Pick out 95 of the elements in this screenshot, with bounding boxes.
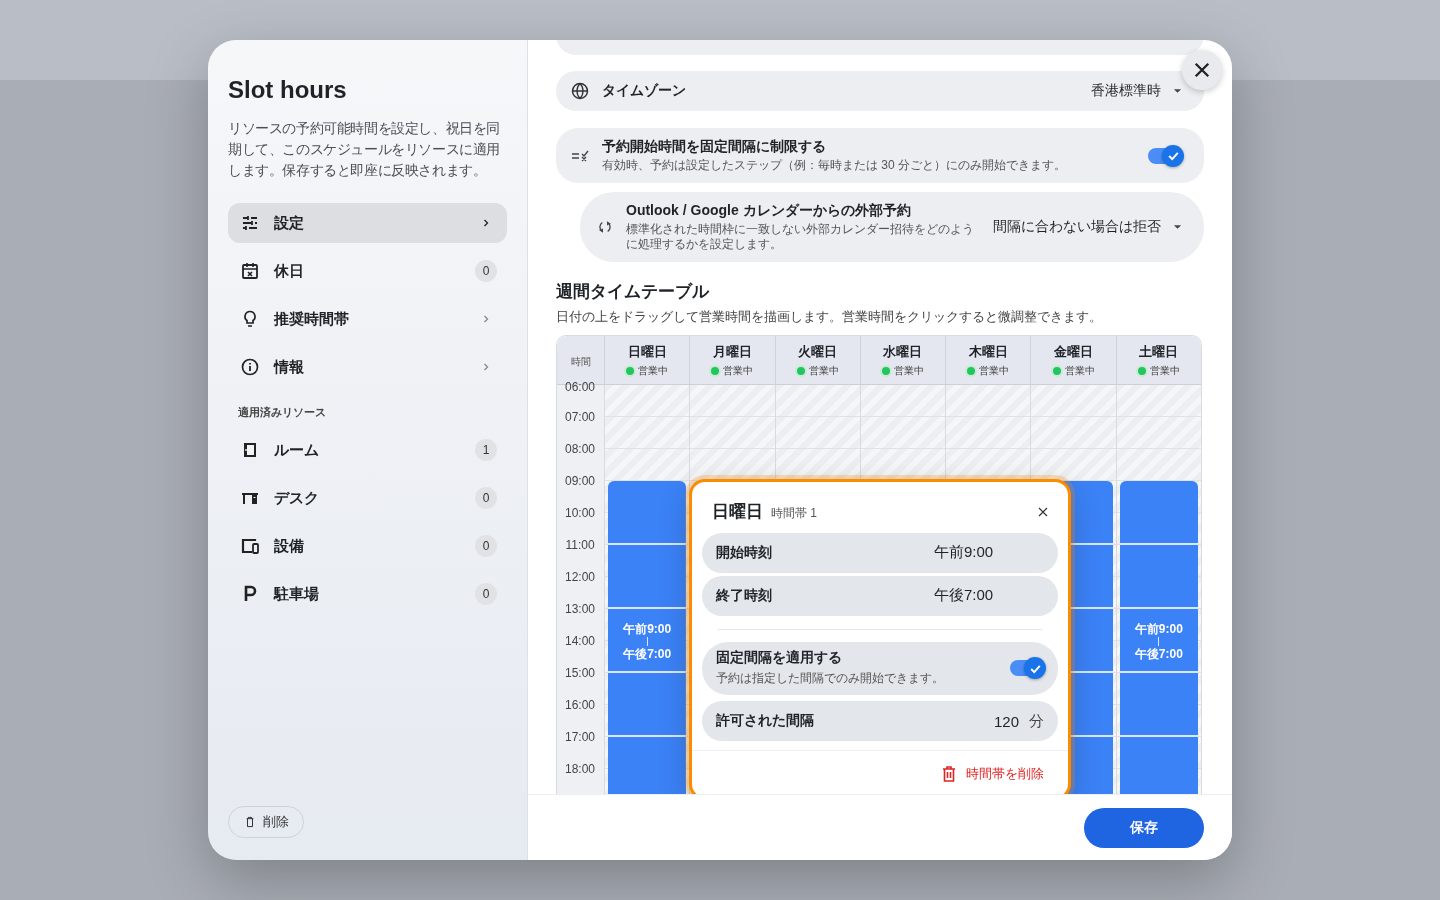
resource-item[interactable]: ルーム 1 [228,430,507,470]
external-booking-row[interactable]: Outlook / Google カレンダーからの外部予約 標準化された時間枠に一致しない外部カレンダー招待をどのように処理するかを設定します。 間隔に合わない場合は拒否 [580,192,1204,262]
slot-label: 時間帯 1 [771,505,817,522]
field-value: 120 [993,712,1019,730]
resource-item[interactable]: 駐車場 0 [228,574,507,614]
interval-field[interactable]: 許可された間隔 120 分 [702,701,1058,741]
nav-item[interactable]: 推奨時間帯 [228,299,507,339]
close-icon[interactable] [1038,506,1048,517]
close-icon [1194,62,1210,78]
time-label: 16:00 [564,697,596,713]
devices-icon [240,536,260,556]
time-label: 07:00 [564,409,596,425]
open-hours-block[interactable]: 午前9:00 午後7:00 [1119,481,1198,794]
time-label: 09:00 [564,473,596,489]
day-header: 水曜日 [883,342,923,361]
range-divider [1158,636,1160,646]
chevron-right-icon [481,218,491,228]
status-label: 営業中 [979,363,1010,378]
block-end-time: 午後7:00 [623,646,672,661]
day-header: 日曜日 [627,342,667,361]
count-badge: 0 [475,535,497,557]
nav-item[interactable]: 情報 [228,347,507,387]
time-field[interactable]: 終了時刻 午後7:00 [702,575,1058,616]
time-label: 12:00 [564,569,596,585]
day-header: 火曜日 [798,342,838,361]
time-label: 10:00 [564,505,596,521]
setting-title: 予約開始時間を固定間隔に制限する [602,138,827,156]
setting-description: 有効時、予約は設定したステップ（例：毎時または 30 分ごと）にのみ開始できます。 [602,158,1067,173]
popover-title: 日曜日 [712,501,763,523]
section-label: 適用済みリソース [238,405,327,420]
time-label: 13:00 [564,601,596,617]
chevron-right-icon [481,362,491,372]
chevron-right-icon [481,314,491,324]
status-label: 営業中 [723,363,754,378]
caret-icon [1173,88,1182,94]
toggle-switch[interactable] [1148,147,1182,164]
calendar-icon [240,261,260,281]
info-icon [240,357,260,377]
delete-slot-link[interactable]: 時間帯を削除 [942,765,1044,783]
save-button[interactable]: 保存 [1084,807,1204,848]
time-label: 14:00 [564,633,596,649]
dialog-title: Slot hours [228,76,348,104]
status-label: 営業中 [894,363,924,378]
time-label: 11:00 [564,537,596,553]
field-label: 終了時刻 [716,586,773,605]
setting-title: Outlook / Google カレンダーからの外部予約 [626,202,912,220]
nav-item[interactable]: 休日 0 [228,251,507,291]
toggle-switch[interactable] [1010,660,1044,677]
globe-icon [570,81,590,101]
open-hours-block[interactable]: 午前9:00 午後7:00 [608,481,687,794]
block-start-time: 午前9:00 [1134,621,1183,636]
status-label: 営業中 [1064,363,1095,378]
block-start-time: 午前9:00 [623,621,672,636]
field-value: 午前9:00 [934,543,995,563]
time-label: 17:00 [564,729,596,745]
section-description: 日付の上をドラッグして営業時間を描画します。営業時間をクリックすると微調整できます。 [556,309,1103,326]
count-badge: 0 [475,583,497,605]
count-badge: 0 [475,487,497,509]
setting-description: 予約は指定した間隔でのみ開始できます。 [716,670,945,688]
resource-item[interactable]: デスク 0 [228,478,507,518]
field-label: 開始時刻 [716,543,773,562]
time-field[interactable]: 開始時刻 午前9:00 [702,533,1058,573]
day-header: 土曜日 [1139,342,1179,361]
day-header: 月曜日 [712,342,752,361]
day-header: 木曜日 [968,342,1008,361]
status-label: 営業中 [1149,363,1180,378]
timezone-value: 香港標準時 [1091,82,1161,100]
time-label: 06:00 [564,379,596,395]
setting-title: 固定間隔を適用する [716,649,843,668]
status-label: 営業中 [808,363,839,378]
policy-value: 間隔に合わない場合は拒否 [993,218,1161,236]
time-label: 18:00 [564,761,596,777]
setting-description: 標準化された時間枠に一致しない外部カレンダー招待をどのように処理するかを設定します。 [626,222,975,252]
field-value: 午後7:00 [934,586,995,606]
resource-item[interactable]: 設備 0 [228,526,507,566]
unit-label: 分 [1029,711,1044,731]
day-header: 金曜日 [1054,342,1094,361]
field-label: 許可された間隔 [716,712,815,731]
section-heading: 週間タイムテーブル [556,281,711,303]
nav-item[interactable]: 設定 [228,203,507,243]
count-badge: 0 [475,260,497,282]
sliders-icon [240,213,260,233]
timezone-row[interactable]: タイムゾーン 香港標準時 [556,71,1204,111]
time-label: 08:00 [564,441,596,457]
range-divider [646,636,648,646]
count-badge: 1 [475,439,497,461]
caret-icon [1173,224,1182,230]
block-end-time: 午後7:00 [1134,646,1183,661]
trash-icon [245,816,255,828]
column-header: 時間 [570,355,591,369]
status-label: 営業中 [638,363,669,378]
time-label: 15:00 [564,665,596,681]
trash-icon [942,766,956,782]
dialog-description: リソースの予約可能時間を設定し、祝日を同期して、このスケジュールをリソースに適用します。保存すると即座に反映されます。 [228,119,501,180]
timezone-label: タイムゾーン [602,82,686,100]
